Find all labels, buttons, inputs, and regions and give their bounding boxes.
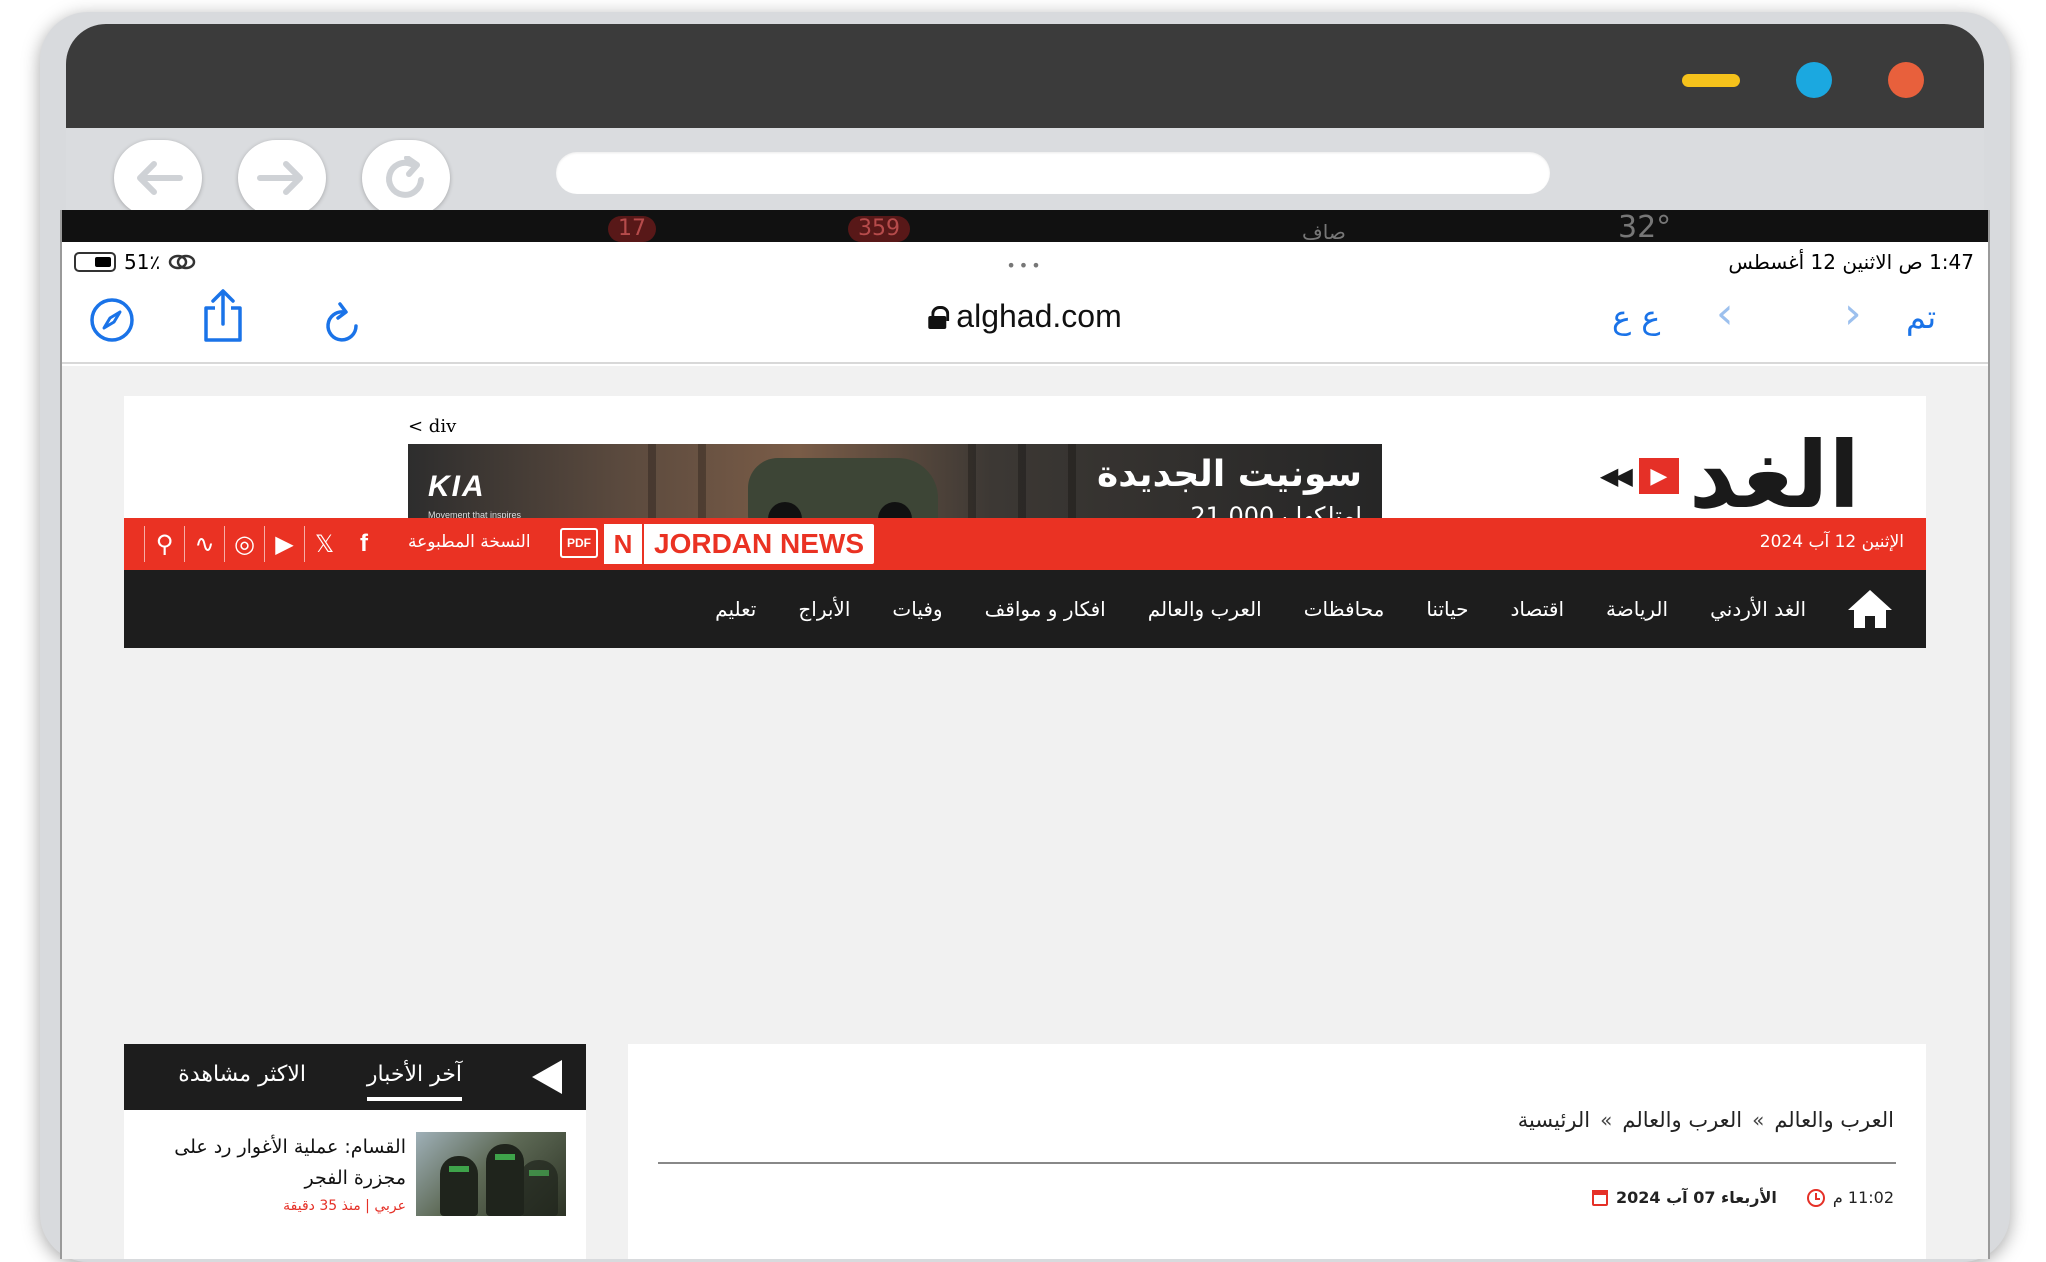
refresh-icon	[326, 302, 358, 342]
arrow-right-icon	[257, 161, 303, 195]
article-date-text: الأربعاء 07 آب 2024	[1615, 1188, 1777, 1207]
nav-items: الغد الأردني الرياضة اقتصاد حياتنا محافظ…	[715, 570, 1806, 648]
clock-icon	[1806, 1188, 1825, 1207]
safari-toolbar: alghad.com ع ع ‹ › تم	[62, 280, 1988, 364]
status-bar: 51٪ ••• 1:47 ص الاثنين 12 أغسطس	[62, 242, 1988, 280]
jordan-news-mark-icon: N	[604, 524, 644, 564]
logo-arrows-icon: ◀◀	[1599, 462, 1633, 490]
printed-edition-link[interactable]: النسخة المطبوعة	[408, 532, 531, 552]
article-meta: الأربعاء 07 آب 2024 11:02 م	[1591, 1188, 1894, 1207]
breadcrumb-current[interactable]: العرب والعالم	[1774, 1108, 1894, 1132]
website-viewport: < div KIA Movement that inspires سونيت ا…	[62, 366, 1988, 1259]
tab-latest-news[interactable]: آخر الأخبار	[366, 1062, 462, 1101]
debug-div-label: < div	[408, 416, 457, 437]
breadcrumb-home[interactable]: الرئيسية	[1518, 1108, 1590, 1132]
chevron-double-icon: »	[1752, 1108, 1765, 1132]
breadcrumb: الرئيسية » العرب والعالم » العرب والعالم	[1518, 1108, 1894, 1132]
nav-item-obituaries[interactable]: وفيات	[892, 597, 942, 621]
forward-button[interactable]	[238, 140, 326, 216]
mock-address-bar[interactable]	[556, 152, 1550, 194]
forward-arrow-button[interactable]: ›	[1844, 288, 1862, 339]
red-info-bar: ⚲ ∿ ◎ ▶ 𝕏 f النسخة المطبوعة PDF N JORDAN…	[124, 518, 1926, 570]
header-date: الإثنين 12 آب 2024	[1759, 532, 1904, 552]
youtube-icon[interactable]: ▶	[264, 526, 304, 562]
done-button[interactable]: تم	[1906, 298, 1936, 336]
nav-item-life[interactable]: حياتنا	[1426, 597, 1468, 621]
home-screen-behind: 17 359 صاف 32°	[62, 210, 1988, 242]
news-thumbnail[interactable]	[416, 1132, 566, 1216]
jordan-news-link[interactable]: N JORDAN NEWS	[604, 524, 875, 564]
main-nav: الغد الأردني الرياضة اقتصاد حياتنا محافظ…	[124, 570, 1926, 648]
share-icon	[204, 289, 242, 342]
nav-item-opinions[interactable]: افكار و مواقف	[985, 597, 1106, 621]
lock-icon	[928, 305, 950, 329]
jordan-news-label: JORDAN NEWS	[654, 528, 865, 559]
article-time-text: 11:02 م	[1832, 1188, 1894, 1207]
nav-item-education[interactable]: تعليم	[715, 597, 756, 621]
rss-icon[interactable]: ∿	[184, 526, 224, 562]
play-arrow-icon[interactable]	[532, 1060, 562, 1094]
nav-item-arab-world[interactable]: العرب والعالم	[1148, 597, 1262, 621]
home-icon[interactable]	[1846, 588, 1894, 630]
breadcrumb-arab-world[interactable]: العرب والعالم	[1622, 1108, 1742, 1132]
back-button[interactable]	[114, 140, 202, 216]
domain-text: alghad.com	[956, 298, 1122, 334]
reload-page-button[interactable]	[324, 300, 364, 344]
text-size-button[interactable]: ع ع	[1612, 298, 1660, 336]
link-icon	[168, 254, 196, 270]
reload-button[interactable]	[362, 140, 450, 216]
instagram-icon[interactable]: ◎	[224, 526, 264, 562]
time-date: 1:47 ص الاثنين 12 أغسطس	[1728, 250, 1974, 274]
reload-icon	[386, 156, 424, 198]
arrow-left-icon	[137, 161, 183, 195]
facebook-icon[interactable]: f	[344, 526, 384, 562]
sidebar-tabs: آخر الأخبار الاكثر مشاهدة	[124, 1044, 586, 1110]
pdf-icon[interactable]: PDF	[560, 528, 598, 558]
nav-item-sports[interactable]: الرياضة	[1606, 597, 1668, 621]
ipad-screen: 17 359 صاف 32° 51٪ ••• 1:47 ص الاثنين 12…	[60, 210, 1990, 1259]
status-left: 51٪	[74, 250, 196, 274]
chevron-double-icon: »	[1600, 1108, 1613, 1132]
logo-text: الغد	[1688, 422, 1860, 529]
nav-item-horoscopes[interactable]: الأبراج	[798, 597, 850, 621]
nav-item-governorates[interactable]: محافظات	[1304, 597, 1385, 621]
weather-label: صاف	[1302, 220, 1346, 242]
kia-logo: KIA	[428, 470, 486, 503]
compass-icon	[90, 298, 134, 342]
minimize-button[interactable]	[1682, 74, 1740, 87]
play-icon: ▶	[1638, 458, 1679, 494]
mock-title-bar	[66, 24, 1984, 128]
news-headline[interactable]: القسام: عملية الأغوار رد على مجزرة الفجر	[150, 1132, 406, 1194]
social-links: ⚲ ∿ ◎ ▶ 𝕏 f	[144, 526, 384, 562]
article-date: الأربعاء 07 آب 2024	[1591, 1188, 1777, 1207]
ad-title: سونيت الجديدة	[1097, 454, 1362, 495]
divider	[658, 1162, 1896, 1164]
nav-item-alghad-jordan[interactable]: الغد الأردني	[1710, 597, 1806, 621]
close-button[interactable]	[1888, 62, 1924, 98]
news-meta: عربي | منذ 35 دقيقة	[283, 1198, 406, 1214]
maximize-button[interactable]	[1796, 62, 1832, 98]
alghad-logo[interactable]: ◀◀ ▶ الغد	[1600, 426, 1860, 526]
search-icon[interactable]: ⚲	[144, 526, 184, 562]
x-icon[interactable]: 𝕏	[304, 526, 344, 562]
compass-button[interactable]	[88, 296, 136, 344]
share-button[interactable]	[200, 288, 246, 344]
article-content: الرئيسية » العرب والعالم » العرب والعالم…	[628, 1044, 1926, 1259]
battery-percent: 51٪	[124, 250, 161, 274]
tab-most-viewed[interactable]: الاكثر مشاهدة	[178, 1062, 306, 1087]
multitask-dots[interactable]: •••	[1006, 256, 1043, 275]
notification-badge: 359	[848, 216, 910, 242]
battery-icon	[74, 252, 116, 272]
calendar-icon	[1591, 1189, 1608, 1206]
news-sidebar: آخر الأخبار الاكثر مشاهدة القسام: عملية …	[124, 1044, 586, 1259]
nav-item-economy[interactable]: اقتصاد	[1511, 597, 1565, 621]
article-time: 11:02 م	[1806, 1188, 1894, 1207]
address-domain[interactable]: alghad.com	[928, 298, 1122, 335]
weather-temp: 32°	[1618, 210, 1672, 242]
notification-badge: 17	[608, 216, 656, 242]
back-arrow-button[interactable]: ‹	[1716, 288, 1734, 339]
